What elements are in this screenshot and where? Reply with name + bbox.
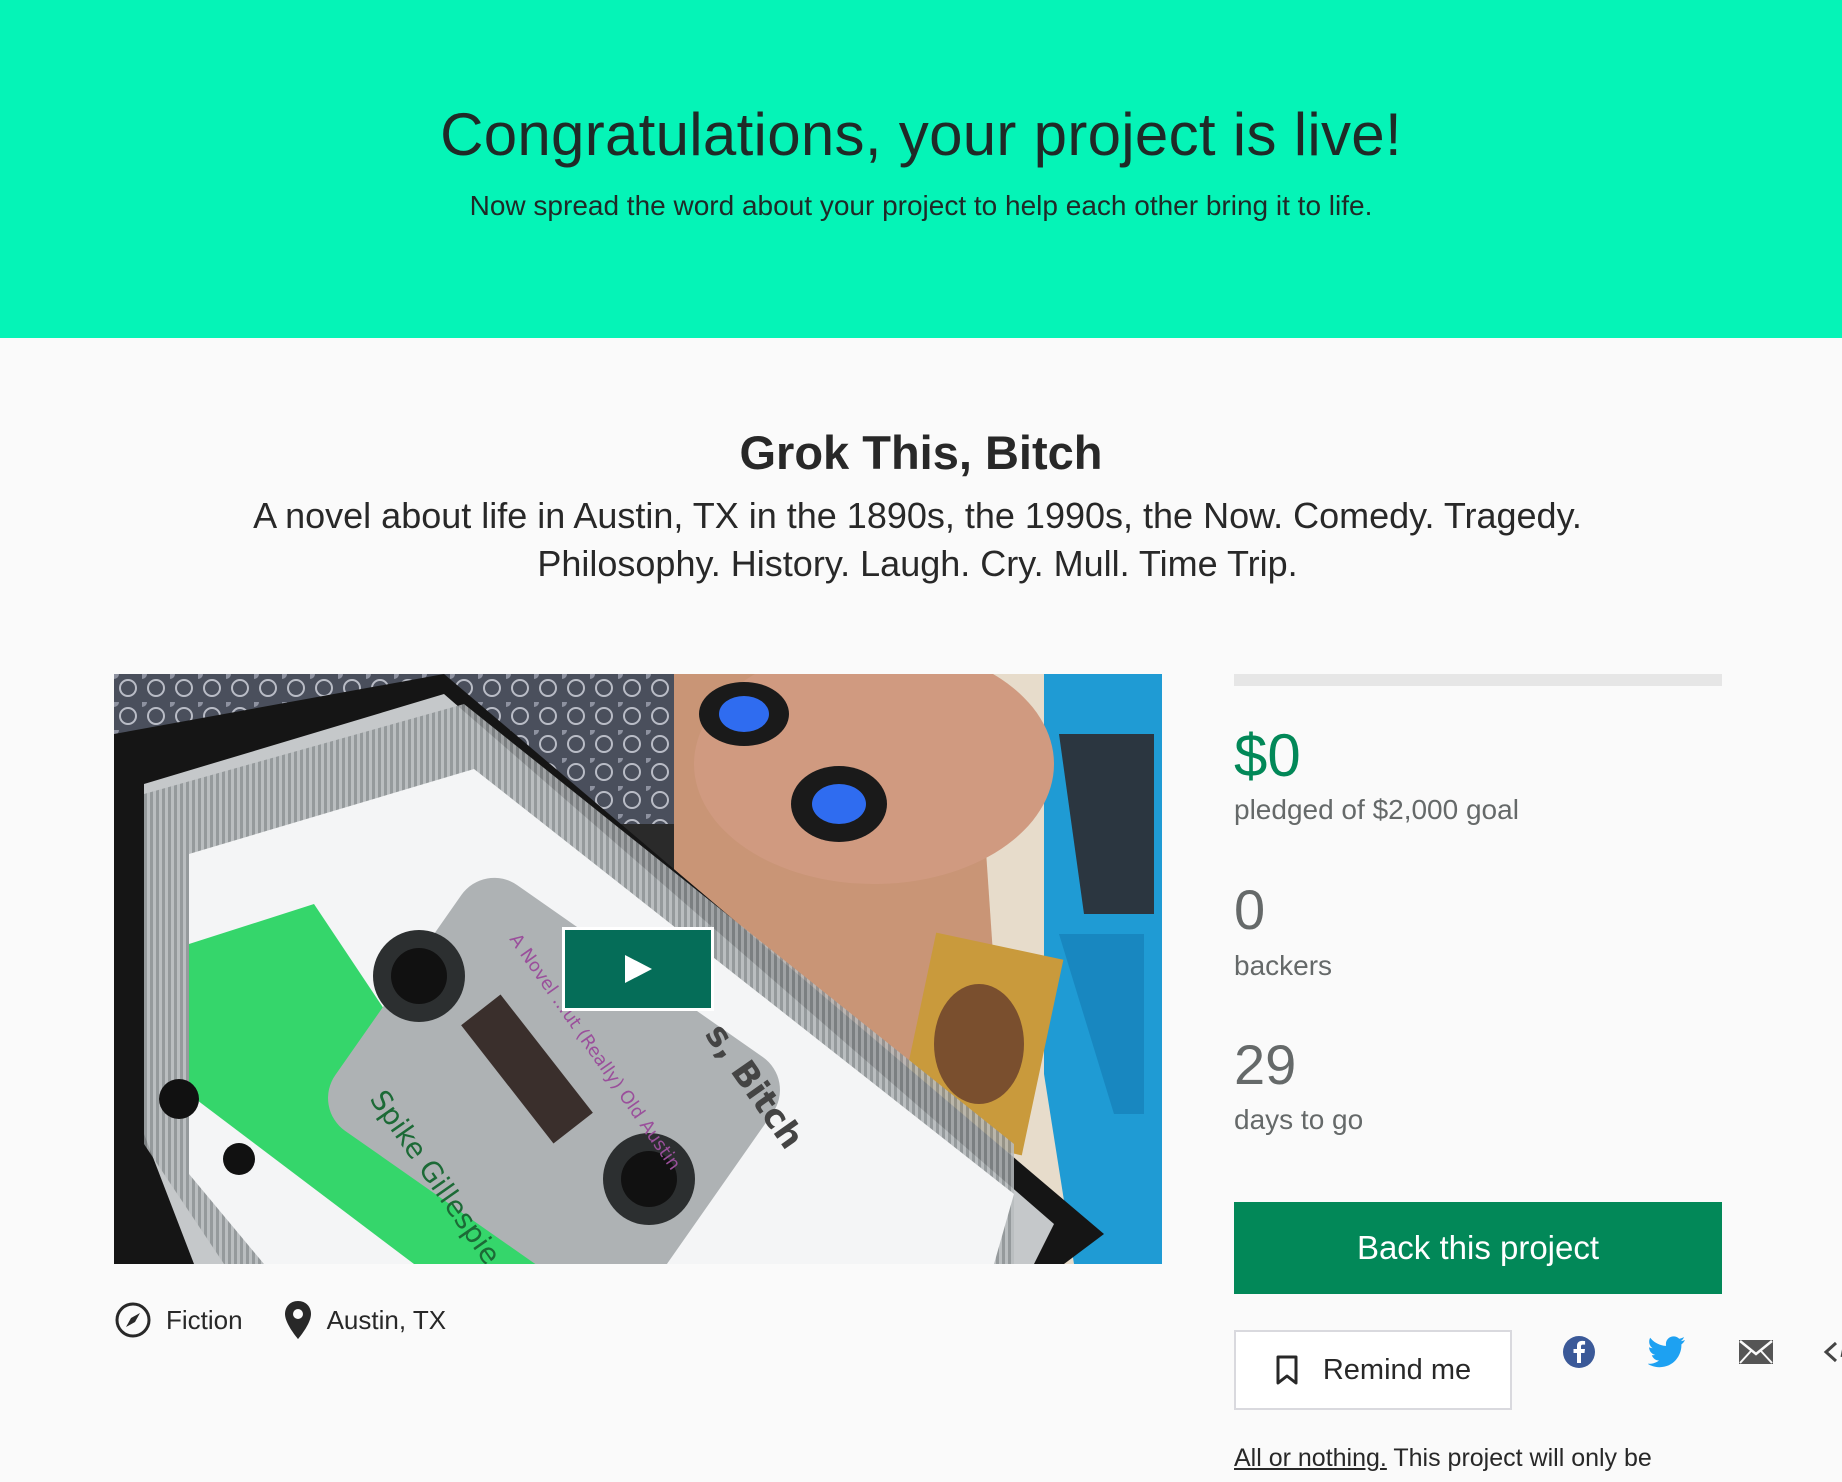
twitter-icon — [1648, 1336, 1685, 1368]
map-pin-icon — [284, 1301, 311, 1339]
email-icon — [1739, 1340, 1773, 1364]
bookmark-icon — [1276, 1355, 1298, 1385]
share-email-button[interactable] — [1738, 1334, 1774, 1370]
project-blurb: A novel about life in Austin, TX in the … — [253, 495, 1582, 584]
share-facebook-button[interactable] — [1562, 1334, 1596, 1370]
share-twitter-button[interactable] — [1648, 1334, 1686, 1370]
project-title: Grok This, Bitch — [739, 426, 1103, 479]
funding-panel: $0 pledged of $2,000 goal 0 backers 29 d… — [1234, 674, 1842, 1472]
facebook-icon — [1563, 1336, 1595, 1368]
embed-icon — [1823, 1341, 1842, 1363]
funding-model-note: All or nothing. This project will only b… — [1234, 1444, 1834, 1473]
play-icon — [625, 955, 652, 983]
all-or-nothing-link[interactable]: All or nothing. — [1234, 1444, 1387, 1472]
backers-count: 0 — [1234, 878, 1266, 941]
remind-me-button[interactable]: Remind me — [1234, 1330, 1512, 1410]
pledged-amount: $0 — [1234, 722, 1301, 789]
funding-model-text: This project will only be — [1386, 1444, 1652, 1472]
category-tag[interactable]: Fiction — [114, 1301, 243, 1339]
back-project-button[interactable]: Back this project — [1234, 1202, 1722, 1294]
category-label: Fiction — [166, 1304, 243, 1335]
project-tags: Fiction Austin, TX — [114, 1300, 446, 1340]
backers-label: backers — [1234, 950, 1333, 981]
launch-banner: Congratulations, your project is live! N… — [0, 0, 1842, 338]
location-tag[interactable]: Austin, TX — [283, 1300, 446, 1340]
remind-me-label: Remind me — [1322, 1353, 1472, 1386]
compass-icon — [115, 1302, 151, 1338]
banner-title: Congratulations, your project is live! — [440, 101, 1402, 168]
share-embed-button[interactable] — [1822, 1334, 1842, 1370]
play-button[interactable] — [562, 927, 714, 1011]
days-count: 29 — [1234, 1033, 1297, 1096]
banner-subtitle: Now spread the word about your project t… — [469, 190, 1373, 221]
location-label: Austin, TX — [326, 1304, 447, 1335]
project-video[interactable]: s, Bitch A Novel ...ut (Really) Old Aust… — [114, 674, 1162, 1264]
pledged-label: pledged of $2,000 goal — [1234, 794, 1519, 825]
funding-progress-bar — [1234, 674, 1722, 686]
days-label: days to go — [1234, 1104, 1364, 1135]
